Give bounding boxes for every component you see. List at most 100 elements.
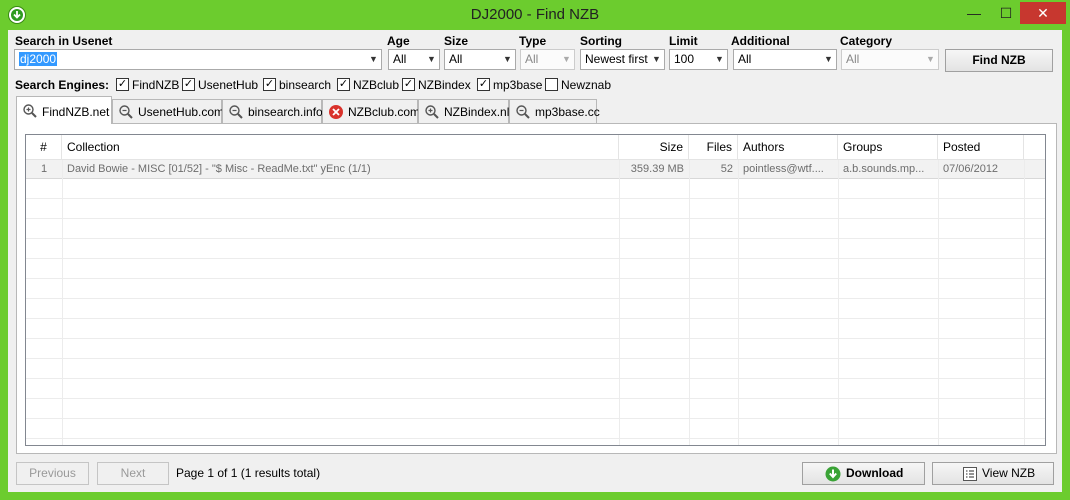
chevron-down-icon[interactable]: ▼ bbox=[649, 50, 664, 69]
zoom-out-icon bbox=[228, 104, 244, 120]
engine-label: Newznab bbox=[561, 78, 612, 92]
chevron-down-icon[interactable]: ▼ bbox=[712, 50, 727, 69]
tab-label: binsearch.info bbox=[248, 105, 323, 119]
category-select[interactable]: All ▼ bbox=[841, 49, 939, 70]
limit-select[interactable]: 100 ▼ bbox=[669, 49, 728, 70]
type-select[interactable]: All ▼ bbox=[520, 49, 575, 70]
tab-binsearch[interactable]: binsearch.info bbox=[222, 99, 323, 123]
minimize-button[interactable]: — bbox=[960, 2, 988, 24]
results-table[interactable]: # Collection Size Files Authors Groups P… bbox=[25, 134, 1046, 446]
tab-label: NZBclub.com bbox=[348, 105, 421, 119]
column-header-size[interactable]: Size bbox=[619, 135, 689, 160]
cell-groups: a.b.sounds.mp... bbox=[843, 163, 925, 175]
error-icon bbox=[328, 104, 344, 120]
checkbox-check-icon[interactable]: ✓ bbox=[116, 78, 129, 91]
search-label: Search in Usenet bbox=[15, 34, 113, 48]
checkbox-check-icon[interactable]: ✓ bbox=[263, 78, 276, 91]
app-window: DJ2000 - Find NZB — ☐ ✕ Search in Usenet… bbox=[0, 0, 1070, 500]
search-input-value: dj2000 bbox=[19, 52, 58, 66]
cell-number: 1 bbox=[40, 163, 48, 175]
checkbox-check-icon[interactable]: ✓ bbox=[477, 78, 490, 91]
previous-button[interactable]: Previous bbox=[16, 462, 89, 485]
engine-label: NZBindex bbox=[418, 78, 471, 92]
column-divider bbox=[738, 160, 739, 445]
limit-label: Limit bbox=[669, 34, 698, 48]
column-header-authors[interactable]: Authors bbox=[738, 135, 838, 160]
checkbox-check-icon[interactable]: ✓ bbox=[182, 78, 195, 91]
sorting-select[interactable]: Newest first ▼ bbox=[580, 49, 665, 70]
empty-row bbox=[26, 200, 1045, 219]
column-header-posted[interactable]: Posted bbox=[938, 135, 1024, 160]
chevron-down-icon[interactable]: ▼ bbox=[559, 50, 574, 69]
engine-label: mp3base bbox=[493, 78, 543, 92]
engine-label: binsearch bbox=[279, 78, 332, 92]
empty-row bbox=[26, 240, 1045, 259]
list-icon bbox=[962, 466, 978, 482]
type-select-value: All bbox=[525, 52, 539, 66]
close-button[interactable]: ✕ bbox=[1020, 2, 1066, 24]
chevron-down-icon[interactable]: ▼ bbox=[500, 50, 515, 69]
next-button[interactable]: Next bbox=[97, 462, 169, 485]
find-nzb-button[interactable]: Find NZB bbox=[945, 49, 1053, 72]
chevron-down-icon[interactable]: ▼ bbox=[424, 50, 439, 69]
tab-label: mp3base.cc bbox=[535, 105, 600, 119]
cell-authors: pointless@wtf.... bbox=[743, 163, 824, 175]
title-bar[interactable]: DJ2000 - Find NZB — ☐ ✕ bbox=[0, 0, 1070, 30]
maximize-button[interactable]: ☐ bbox=[992, 2, 1020, 24]
additional-select[interactable]: All ▼ bbox=[733, 49, 837, 70]
search-engines-label: Search Engines: bbox=[15, 78, 110, 92]
tab-findnzb[interactable]: FindNZB.net bbox=[16, 96, 112, 124]
zoom-out-icon bbox=[118, 104, 134, 120]
chevron-down-icon[interactable]: ▼ bbox=[821, 50, 836, 69]
chevron-down-icon[interactable]: ▼ bbox=[366, 50, 381, 69]
table-header: # Collection Size Files Authors Groups P… bbox=[26, 135, 1045, 160]
tab-label: NZBindex.nl bbox=[444, 105, 510, 119]
tab-usenethub[interactable]: UsenetHub.com bbox=[112, 99, 225, 123]
column-divider bbox=[838, 160, 839, 445]
column-header-collection[interactable]: Collection bbox=[62, 135, 619, 160]
empty-row bbox=[26, 380, 1045, 399]
view-nzb-button[interactable]: View NZB bbox=[932, 462, 1054, 485]
empty-row bbox=[26, 220, 1045, 239]
column-header-groups[interactable]: Groups bbox=[838, 135, 938, 160]
column-divider bbox=[689, 160, 690, 445]
empty-row bbox=[26, 260, 1045, 279]
size-select-value: All bbox=[449, 52, 463, 66]
checkbox-empty-icon[interactable] bbox=[545, 78, 558, 91]
cell-posted: 07/06/2012 bbox=[943, 163, 999, 175]
column-divider bbox=[938, 160, 939, 445]
chevron-down-icon[interactable]: ▼ bbox=[923, 50, 938, 69]
search-input[interactable]: dj2000 ▼ bbox=[14, 49, 382, 70]
age-select-value: All bbox=[393, 52, 407, 66]
size-select[interactable]: All ▼ bbox=[444, 49, 516, 70]
sorting-label: Sorting bbox=[580, 34, 622, 48]
zoom-in-icon bbox=[22, 103, 38, 119]
additional-label: Additional bbox=[731, 34, 790, 48]
column-header-files[interactable]: Files bbox=[689, 135, 738, 160]
column-header-number[interactable]: # bbox=[26, 135, 62, 160]
empty-row bbox=[26, 400, 1045, 419]
empty-row bbox=[26, 280, 1045, 299]
tab-nzbindex[interactable]: NZBindex.nl bbox=[418, 99, 509, 123]
tab-nzbclub[interactable]: NZBclub.com bbox=[322, 99, 421, 123]
tab-mp3base[interactable]: mp3base.cc bbox=[509, 99, 600, 123]
empty-row bbox=[26, 420, 1045, 439]
zoom-out-icon bbox=[515, 104, 531, 120]
download-button-label: Download bbox=[846, 466, 904, 480]
checkbox-check-icon[interactable]: ✓ bbox=[337, 78, 350, 91]
engine-label: FindNZB bbox=[132, 78, 180, 92]
window-title: DJ2000 - Find NZB bbox=[470, 6, 600, 23]
checkbox-check-icon[interactable]: ✓ bbox=[402, 78, 415, 91]
empty-row bbox=[26, 300, 1045, 319]
tab-label: UsenetHub.com bbox=[138, 105, 225, 119]
table-row[interactable]: 1 David Bowie - MISC [01/52] - "$ Misc -… bbox=[26, 160, 1045, 179]
type-label: Type bbox=[519, 34, 547, 48]
download-button[interactable]: Download bbox=[802, 462, 925, 485]
sorting-select-value: Newest first bbox=[585, 52, 648, 66]
category-select-value: All bbox=[846, 52, 860, 66]
age-label: Age bbox=[387, 34, 410, 48]
download-icon bbox=[825, 466, 841, 482]
age-select[interactable]: All ▼ bbox=[388, 49, 440, 70]
tab-label: FindNZB.net bbox=[42, 105, 110, 119]
column-divider bbox=[619, 160, 620, 445]
